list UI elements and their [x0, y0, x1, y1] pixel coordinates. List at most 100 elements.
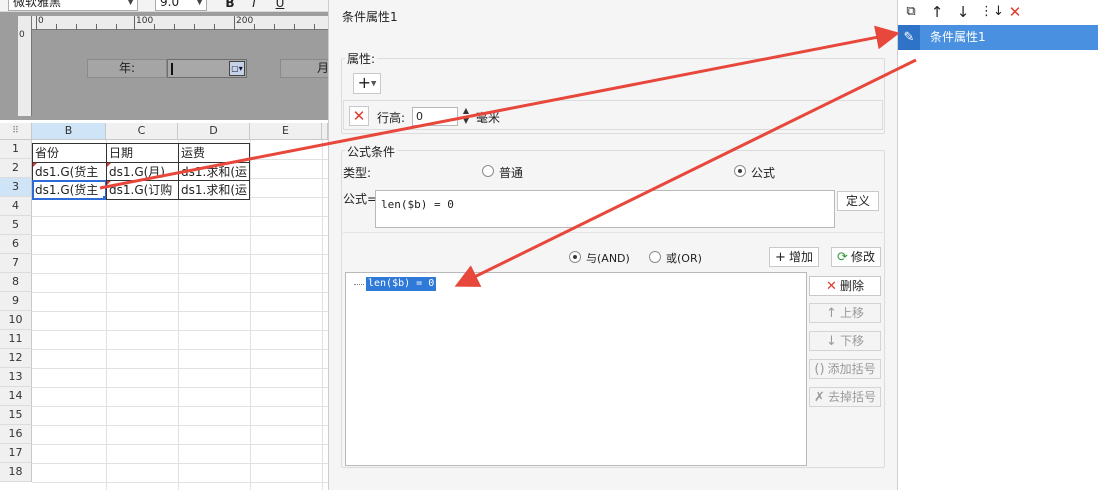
row-header[interactable]: 5 — [0, 216, 32, 235]
font-name-select[interactable]: 微软雅黑 ▼ — [8, 0, 138, 11]
condition-list-item[interactable]: ✎ 条件属性1 — [898, 25, 1098, 50]
cell-d1[interactable]: 运费 — [178, 143, 250, 163]
year-label: 年: — [118, 61, 136, 75]
add-bracket-button[interactable]: () 添加括号 — [809, 359, 881, 379]
column-header-b[interactable]: B — [32, 123, 106, 140]
arrow-down-icon: ↓ — [826, 334, 837, 349]
column-header-c[interactable]: C — [106, 123, 178, 140]
italic-button[interactable]: I — [245, 0, 263, 11]
ruler-mark: 0 — [38, 16, 44, 26]
row-header[interactable]: 2 — [0, 159, 32, 178]
font-size-select[interactable]: 9.0 ▼ — [155, 0, 207, 11]
condition-list-panel: ⧉ ↑ ↓ ⋮↓ ✕ ✎ 条件属性1 — [898, 0, 1098, 490]
move-bottom-icon[interactable]: ⋮↓ — [980, 3, 1004, 21]
row-header[interactable]: 1 — [0, 140, 32, 159]
divider — [343, 232, 883, 233]
modify-condition-label: 修改 — [850, 250, 875, 264]
ruler-mark: 100 — [136, 16, 154, 26]
arrow-up-icon: ↑ — [826, 306, 837, 321]
gridline — [32, 368, 328, 369]
row-height-input[interactable]: 0 — [412, 107, 458, 126]
row-header[interactable]: 12 — [0, 349, 32, 368]
select-all-corner[interactable]: ⠿ — [0, 123, 32, 140]
year-combo-widget[interactable]: ▢▾ — [167, 59, 247, 78]
combo-dropdown-icon[interactable]: ▢▾ — [229, 61, 245, 76]
horizontal-ruler: 0 100 200 — [32, 16, 328, 30]
row-header[interactable]: 7 — [0, 254, 32, 273]
parameter-designer: 0 100 200 0 年: ▢▾ 月: — [0, 12, 340, 120]
condition-list[interactable]: len($b) = 0 — [345, 272, 807, 466]
gridline — [32, 406, 328, 407]
bracket-icon: () — [814, 362, 825, 377]
cell-b3-text: ds1.G(货主 — [35, 183, 99, 197]
row-header[interactable]: 4 — [0, 197, 32, 216]
move-up-button[interactable]: ↑ 上移 — [809, 303, 881, 323]
close-icon[interactable]: ✕ — [1006, 3, 1024, 21]
add-attribute-button[interactable]: +▼ — [353, 73, 381, 94]
remove-attribute-button[interactable]: ✕ — [349, 106, 369, 126]
row-header[interactable]: 15 — [0, 406, 32, 425]
remove-bracket-button[interactable]: ✗ 去掉括号 — [809, 387, 881, 407]
cell-b3[interactable]: ds1.G(货主 — [32, 180, 107, 200]
attribute-group-title: 属性: — [345, 50, 378, 67]
row-header[interactable]: 9 — [0, 292, 32, 311]
cell-d3[interactable]: ds1.求和(运 — [178, 180, 250, 200]
gridline — [32, 425, 328, 426]
gridline — [32, 311, 328, 312]
bold-button[interactable]: B — [221, 0, 239, 11]
row-header[interactable]: 3 — [0, 178, 32, 197]
row-header[interactable]: 10 — [0, 311, 32, 330]
radio-and[interactable] — [569, 251, 581, 263]
gridline — [32, 444, 328, 445]
row-header[interactable]: 18 — [0, 463, 32, 482]
radio-formula-label: 公式 — [751, 166, 776, 180]
add-condition-button[interactable]: + 增加 — [769, 247, 819, 267]
column-header-d[interactable]: D — [178, 123, 250, 140]
chevron-down-icon: ▼ — [371, 79, 377, 88]
refresh-icon: ⟳ — [837, 250, 848, 265]
delete-button[interactable]: ✕ 删除 — [809, 276, 881, 296]
cell-b1[interactable]: 省份 — [32, 143, 107, 163]
cell-c3[interactable]: ds1.G(订购 — [106, 180, 179, 200]
column-header-e[interactable]: E — [250, 123, 322, 140]
cell-c1[interactable]: 日期 — [106, 143, 179, 163]
row-header[interactable]: 6 — [0, 235, 32, 254]
delete-label: 删除 — [839, 279, 864, 293]
row-height-spinner[interactable]: ▲ ▼ — [460, 106, 472, 126]
formula-input[interactable]: len($b) = 0 — [375, 190, 835, 228]
radio-and-label: 与(AND) — [586, 252, 630, 265]
arrow-down-icon[interactable]: ↓ — [954, 3, 972, 21]
row-header[interactable]: 16 — [0, 425, 32, 444]
radio-normal[interactable] — [482, 165, 494, 177]
row-header[interactable]: 13 — [0, 368, 32, 387]
row-header[interactable]: 14 — [0, 387, 32, 406]
expand-marker-icon — [33, 163, 37, 167]
radio-or[interactable] — [649, 251, 661, 263]
move-down-button[interactable]: ↓ 下移 — [809, 331, 881, 351]
cell-c2[interactable]: ds1.G(月) — [106, 162, 179, 182]
cell-d2[interactable]: ds1.求和(运 — [178, 162, 250, 182]
gridline — [32, 349, 328, 350]
gridline — [32, 254, 328, 255]
panel-title: 条件属性1 — [342, 10, 398, 24]
row-header[interactable]: 11 — [0, 330, 32, 349]
close-icon: ✕ — [352, 107, 366, 125]
gridline — [250, 140, 251, 490]
modify-condition-button[interactable]: ⟳ 修改 — [831, 247, 881, 267]
ruler-mark: 0 — [19, 30, 25, 40]
gridline — [32, 330, 328, 331]
cell-b2[interactable]: ds1.G(货主 — [32, 162, 107, 182]
year-label-widget[interactable]: 年: — [87, 59, 167, 78]
radio-formula[interactable] — [734, 165, 746, 177]
vertical-ruler: 0 — [18, 16, 32, 116]
define-button[interactable]: 定义 — [837, 191, 879, 211]
arrow-up-icon[interactable]: ↑ — [928, 3, 946, 21]
row-height-row: ✕ 行高: 0 ▲ ▼ 毫米 — [343, 100, 883, 130]
row-header[interactable]: 17 — [0, 444, 32, 463]
row-header[interactable]: 8 — [0, 273, 32, 292]
condition-item[interactable]: len($b) = 0 — [366, 277, 437, 291]
plus-icon: + — [775, 250, 786, 265]
copy-icon[interactable]: ⧉ — [902, 3, 920, 21]
underline-button[interactable]: U — [271, 0, 289, 11]
gridline — [32, 292, 328, 293]
